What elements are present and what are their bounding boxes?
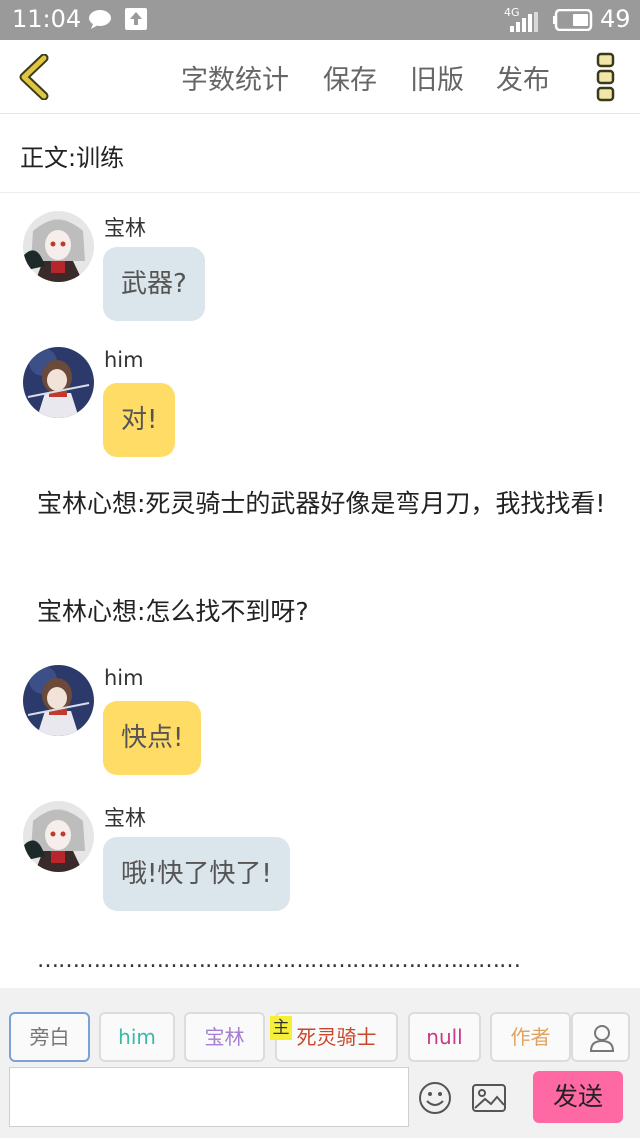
avatar-baolin[interactable]: [23, 801, 94, 872]
avatar-baolin-image: [23, 211, 94, 282]
role-button-baolin[interactable]: 宝林: [184, 1012, 265, 1062]
role-button-null[interactable]: null: [408, 1012, 481, 1062]
message-bubble[interactable]: 武器?: [103, 247, 205, 321]
chevron-left-icon[interactable]: [14, 54, 54, 100]
message-bubble[interactable]: 对!: [103, 383, 176, 457]
message-input[interactable]: [9, 1067, 409, 1127]
battery-icon: [553, 9, 593, 31]
avatar-baolin[interactable]: [23, 211, 94, 282]
add-role-button[interactable]: [571, 1012, 630, 1062]
ellipsis-line: ……………………………………………………………: [37, 948, 521, 970]
status-bar: 11:04 4G 49: [0, 0, 640, 40]
message-bubble[interactable]: 哦!快了快了!: [103, 837, 290, 911]
old-version-button[interactable]: 旧版: [410, 58, 464, 97]
battery-level: 49: [600, 5, 631, 33]
status-time: 11:04: [12, 5, 82, 33]
more-menu-icon[interactable]: [594, 52, 618, 102]
send-button[interactable]: 发送: [533, 1071, 623, 1123]
signal-icon: [510, 12, 538, 32]
chat-icon: [89, 10, 111, 29]
editor-toolbar: 字数统计 保存 旧版 发布: [0, 40, 640, 114]
speaker-name: him: [104, 348, 144, 372]
role-button-author[interactable]: 作者: [490, 1012, 571, 1062]
avatar-him[interactable]: [23, 665, 94, 736]
upload-icon: [125, 8, 147, 30]
image-icon[interactable]: [471, 1082, 507, 1114]
narration-text[interactable]: 宝林心想:怎么找不到呀?: [37, 595, 607, 629]
speaker-name: him: [104, 666, 144, 690]
save-button[interactable]: 保存: [323, 58, 377, 97]
emoji-icon[interactable]: [418, 1081, 452, 1115]
speaker-name: 宝林: [104, 216, 146, 240]
speaker-name: 宝林: [104, 806, 146, 830]
main-role-badge: 主: [270, 1016, 292, 1040]
chapter-title: 正文:训练: [20, 144, 125, 172]
role-button-him[interactable]: him: [99, 1012, 175, 1062]
publish-button[interactable]: 发布: [496, 58, 550, 97]
role-button-death-knight[interactable]: 死灵骑士: [275, 1012, 398, 1062]
avatar-him-image: [23, 665, 94, 736]
avatar-him[interactable]: [23, 347, 94, 418]
input-panel: 旁白 him 宝林 死灵骑士 null 作者 发送: [0, 988, 640, 1138]
avatar-baolin-image: [23, 801, 94, 872]
avatar-him-image: [23, 347, 94, 418]
chapter-title-row[interactable]: 正文:训练: [0, 114, 640, 193]
user-icon: [589, 1025, 615, 1052]
role-button-narrator[interactable]: 旁白: [9, 1012, 90, 1062]
word-count-button[interactable]: 字数统计: [181, 58, 289, 97]
message-bubble[interactable]: 快点!: [103, 701, 202, 775]
narration-text[interactable]: 宝林心想:死灵骑士的武器好像是弯月刀，我找找看!: [37, 487, 607, 521]
